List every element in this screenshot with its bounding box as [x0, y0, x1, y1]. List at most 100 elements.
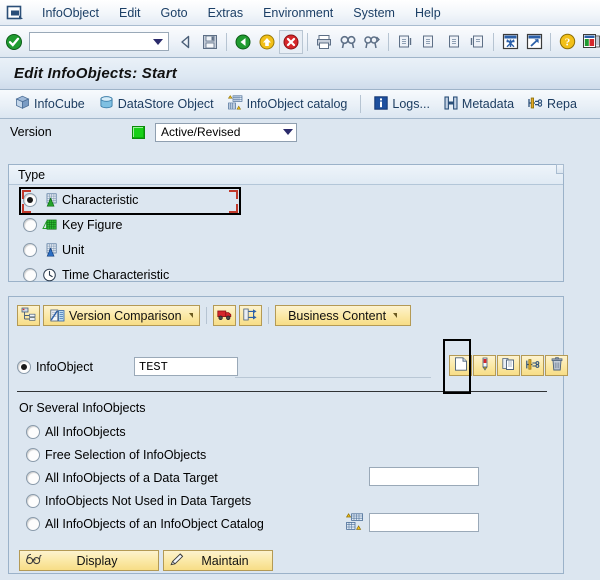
- unit-icon: [42, 243, 57, 257]
- delete-button[interactable]: [545, 355, 568, 376]
- help-icon[interactable]: ?: [555, 30, 579, 54]
- back-icon[interactable]: [174, 30, 198, 54]
- radio-indicator[interactable]: [26, 425, 40, 439]
- radio-all-of-data-target[interactable]: All InfoObjects of a Data Target: [17, 467, 218, 489]
- radio-not-used-in-data-targets[interactable]: InfoObjects Not Used in Data Targets: [17, 490, 251, 512]
- toolbar-separator: [388, 32, 389, 51]
- version-comparison-button[interactable]: Version Comparison: [43, 305, 200, 326]
- first-page-icon[interactable]: [393, 30, 417, 54]
- cancel-icon[interactable]: [279, 29, 303, 54]
- datastore-object-label: DataStore Object: [117, 97, 214, 111]
- display-button[interactable]: Display: [19, 550, 159, 571]
- radio-infoobject[interactable]: [17, 359, 31, 374]
- application-toolbar: InfoCube DataStore Object InfoObject cat…: [0, 90, 600, 119]
- radio-unit[interactable]: Unit: [9, 239, 563, 261]
- create-button[interactable]: [449, 355, 472, 376]
- infoobject-catalog-button[interactable]: InfoObject catalog: [221, 93, 355, 115]
- change-button[interactable]: [473, 355, 496, 376]
- new-session-icon[interactable]: [498, 30, 522, 54]
- radio-all-infoobjects[interactable]: All InfoObjects: [17, 421, 126, 443]
- infoobject-catalog-icon: [345, 513, 364, 533]
- toolbar-separator: [205, 307, 207, 324]
- previous-page-icon[interactable]: [417, 30, 441, 54]
- transport-button[interactable]: [212, 305, 236, 326]
- find-icon[interactable]: [336, 30, 360, 54]
- pencil-maintain-icon: [170, 552, 184, 569]
- infoobject-input[interactable]: TEST: [134, 357, 238, 376]
- radio-indicator[interactable]: [26, 494, 40, 508]
- radio-key-figure[interactable]: Key Figure: [9, 214, 563, 236]
- logs-button[interactable]: Logs...: [367, 94, 437, 115]
- menu-item-goto[interactable]: Goto: [151, 4, 198, 22]
- infoobject-catalog-input[interactable]: [369, 513, 479, 532]
- datastore-object-button[interactable]: DataStore Object: [92, 93, 221, 115]
- radio-indicator[interactable]: [23, 243, 37, 257]
- enter-checkmark-icon[interactable]: [2, 30, 26, 54]
- radio-label: Free Selection of InfoObjects: [45, 448, 207, 462]
- repair-label: Repa: [547, 97, 577, 111]
- command-field[interactable]: [29, 32, 169, 51]
- radio-free-selection[interactable]: Free Selection of InfoObjects: [17, 444, 206, 466]
- metadata-icon: [444, 95, 458, 113]
- copy-button[interactable]: [497, 355, 520, 376]
- radio-label: All InfoObjects of a Data Target: [45, 471, 218, 485]
- menu-item-infoobject[interactable]: InfoObject: [32, 4, 109, 22]
- chevron-down-icon[interactable]: [283, 129, 293, 135]
- selection-group-box: Version Comparison Business Content Info…: [8, 296, 568, 574]
- radio-time-characteristic[interactable]: Time Characteristic: [9, 264, 563, 286]
- repair-icon: [525, 358, 540, 374]
- version-select[interactable]: Active/Revised: [155, 122, 297, 142]
- radio-indicator[interactable]: [23, 218, 37, 232]
- where-used-button[interactable]: [238, 305, 262, 326]
- chevron-down-icon[interactable]: [153, 38, 163, 45]
- toolbar-separator: [550, 32, 551, 51]
- business-content-label: Business Content: [288, 308, 387, 323]
- menu-item-extras[interactable]: Extras: [198, 4, 253, 22]
- radio-indicator[interactable]: [26, 448, 40, 462]
- repair-button[interactable]: Repa: [521, 94, 584, 115]
- print-icon[interactable]: [312, 30, 336, 54]
- hierarchy-tree-icon: [21, 307, 36, 324]
- infoobject-label: InfoObject: [36, 359, 93, 374]
- section-divider: [17, 391, 547, 392]
- maintain-button[interactable]: Maintain: [163, 550, 273, 571]
- create-shortcut-icon[interactable]: [522, 30, 546, 54]
- radio-indicator[interactable]: [26, 471, 40, 485]
- sap-system-menu-icon[interactable]: [6, 5, 24, 21]
- find-next-icon[interactable]: [360, 30, 384, 54]
- sap-gui-window: InfoObject Edit Goto Extras Environment …: [0, 0, 600, 580]
- infocube-button[interactable]: InfoCube: [8, 93, 92, 115]
- transport-truck-icon: [216, 308, 232, 324]
- radio-characteristic[interactable]: Characteristic: [9, 189, 563, 211]
- repair-icon: [528, 96, 543, 113]
- menu-item-help[interactable]: Help: [405, 4, 451, 22]
- menu-bar: InfoObject Edit Goto Extras Environment …: [0, 0, 600, 26]
- layout-menu-icon[interactable]: [579, 30, 600, 54]
- version-label: Version: [10, 125, 52, 139]
- create-icon: [454, 357, 468, 374]
- infoobject-catalog-icon: [227, 95, 243, 113]
- menu-label: Environment: [263, 5, 334, 20]
- radio-indicator[interactable]: [23, 268, 37, 282]
- focus-corner-tr: [229, 190, 238, 199]
- hierarchy-tree-button[interactable]: [17, 305, 40, 326]
- menu-item-edit[interactable]: Edit: [109, 4, 151, 22]
- version-row: Version Active/Revised: [0, 119, 600, 145]
- chevron-down-icon[interactable]: [393, 313, 398, 318]
- next-page-icon[interactable]: [441, 30, 465, 54]
- radio-indicator[interactable]: [26, 517, 40, 531]
- exit-icon[interactable]: [255, 30, 279, 54]
- save-disk-icon[interactable]: [198, 30, 222, 54]
- repair-object-button[interactable]: [521, 355, 544, 376]
- menu-item-system[interactable]: System: [343, 4, 405, 22]
- metadata-button[interactable]: Metadata: [437, 94, 521, 115]
- last-page-icon[interactable]: [465, 30, 489, 54]
- business-content-button[interactable]: Business Content: [274, 305, 411, 326]
- back-green-arrow-icon[interactable]: [231, 30, 255, 54]
- menu-item-environment[interactable]: Environment: [253, 4, 343, 22]
- chevron-down-icon[interactable]: [188, 313, 193, 318]
- page-title: Edit InfoObjects: Start: [14, 65, 177, 82]
- data-target-input[interactable]: [369, 467, 479, 486]
- radio-all-of-infoobject-catalog[interactable]: All InfoObjects of an InfoObject Catalog: [17, 513, 264, 535]
- radio-label: Unit: [62, 243, 85, 257]
